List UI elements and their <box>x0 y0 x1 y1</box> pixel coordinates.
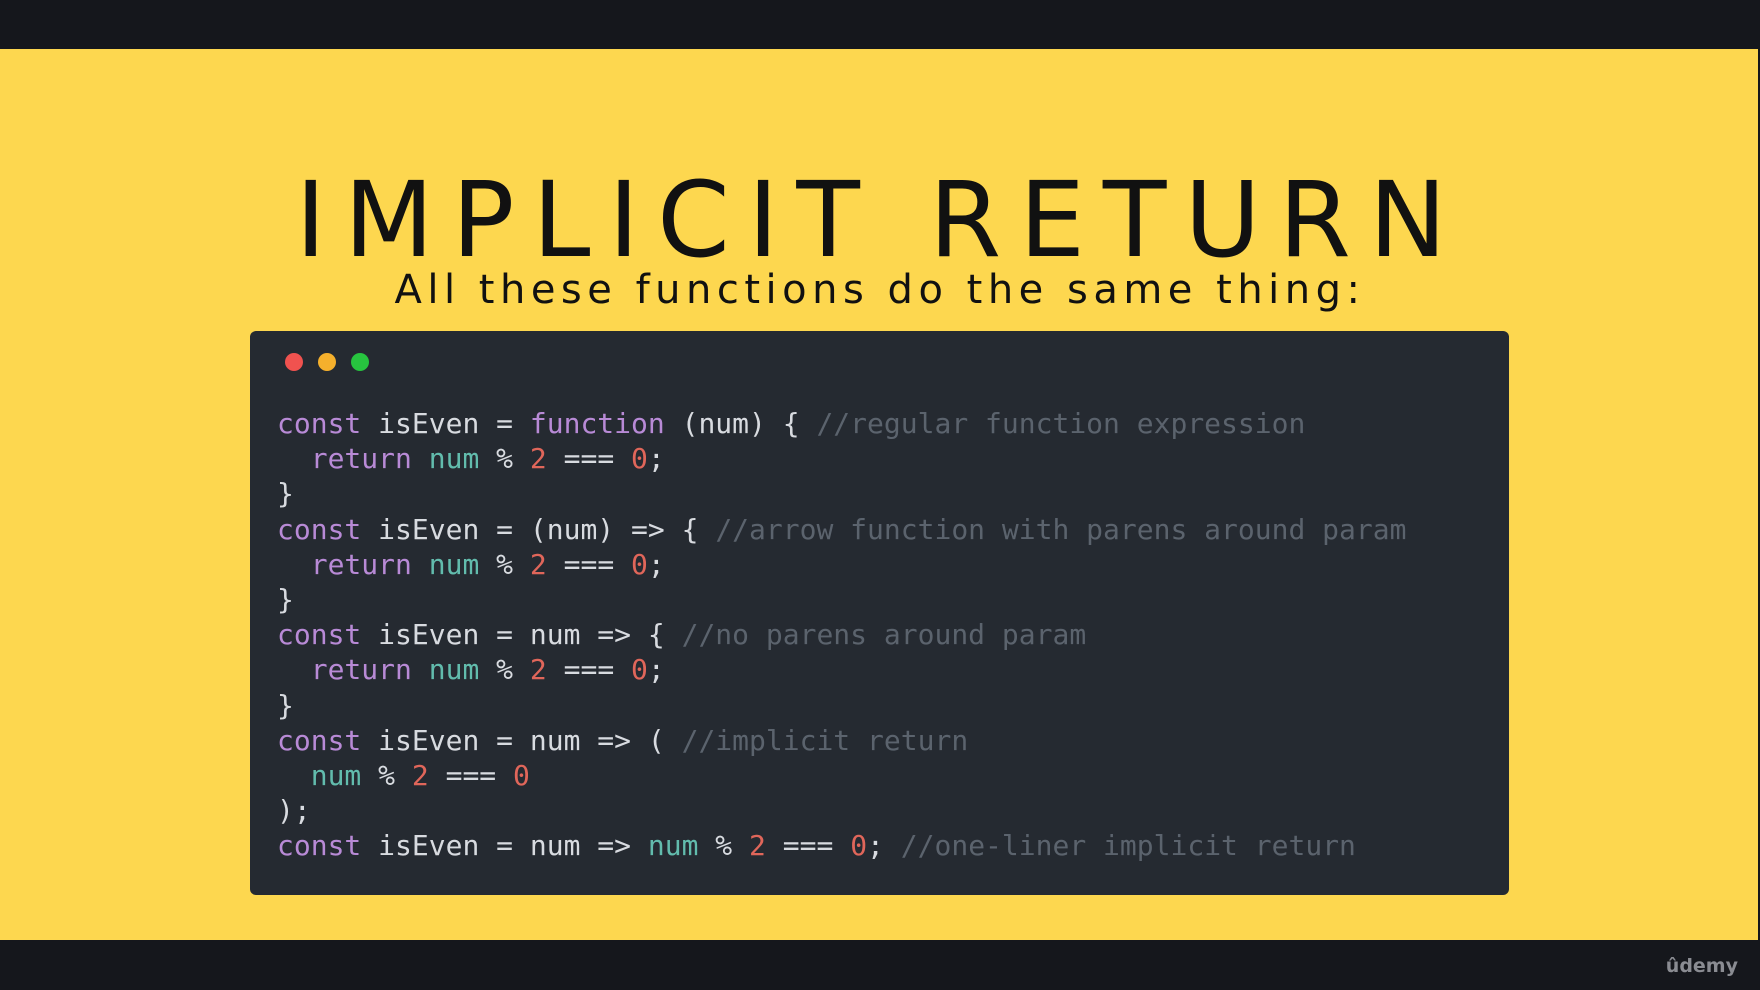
code-token-plain: ; <box>647 547 665 581</box>
code-token-comment: //implicit return <box>681 723 969 757</box>
code-token-keyword: return <box>310 547 412 581</box>
code-line: ); <box>277 793 1406 828</box>
code-token-comment: //no parens around param <box>681 618 1087 652</box>
code-token-plain: ; <box>867 829 901 863</box>
code-token-var: num <box>428 547 480 581</box>
code-token-keyword: const <box>277 512 362 546</box>
udemy-logo: ûdemy <box>1665 955 1738 977</box>
code-token-number: 0 <box>850 829 868 863</box>
code-token-plain: === <box>428 758 514 792</box>
code-token-plain: isEven = num => ( <box>361 723 682 757</box>
code-token-keyword: function <box>529 407 665 440</box>
code-line: const isEven = num => { //no parens arou… <box>277 617 1406 652</box>
code-token-number: 2 <box>749 829 766 863</box>
code-token-plain: % <box>479 547 530 581</box>
code-token-plain: (num) { <box>664 407 817 440</box>
code-token-plain: === <box>765 829 851 863</box>
code-token-number: 2 <box>529 442 547 476</box>
code-token-number: 0 <box>631 442 648 476</box>
maximize-dot-icon <box>351 353 369 371</box>
code-window: const isEven = function (num) { //regula… <box>250 331 1509 895</box>
code-token-var: num <box>428 442 480 476</box>
code-line: } <box>277 582 1406 617</box>
code-token-plain: % <box>479 653 530 687</box>
code-line: return num % 2 === 0; <box>277 547 1406 582</box>
code-token-keyword: const <box>277 829 362 863</box>
code-token-number: 0 <box>631 547 648 581</box>
code-line: const isEven = num => num % 2 === 0; //o… <box>277 828 1406 863</box>
slide-title: IMPLICIT RETURN <box>295 159 1465 281</box>
code-token-comment: //arrow function with parens around para… <box>715 512 1407 546</box>
code-line: const isEven = (num) => { //arrow functi… <box>277 512 1406 547</box>
code-token-keyword: const <box>277 407 362 440</box>
code-line: const isEven = function (num) { //regula… <box>277 406 1406 441</box>
code-token-var: num <box>310 758 362 792</box>
code-token-keyword: return <box>310 442 412 476</box>
code-token-keyword: const <box>277 618 362 652</box>
code-token-number: 2 <box>411 758 429 792</box>
code-token-plain: isEven = num => <box>361 829 648 863</box>
code-token-plain: % <box>698 829 750 863</box>
code-line: } <box>277 688 1406 723</box>
code-token-number: 2 <box>529 653 547 687</box>
bottom-letterbox <box>0 940 1760 990</box>
code-token-plain: ); <box>277 794 311 828</box>
code-token-plain: ; <box>647 442 665 476</box>
code-token-number: 0 <box>631 653 648 687</box>
code-line: const isEven = num => ( //implicit retur… <box>277 723 1406 758</box>
code-token-plain: isEven = num => { <box>361 618 682 652</box>
code-token-plain: isEven = (num) => { <box>361 512 716 546</box>
code-token-plain: isEven = <box>361 407 530 440</box>
minimize-dot-icon <box>318 353 336 371</box>
code-line: } <box>277 476 1406 511</box>
code-line: num % 2 === 0 <box>277 758 1406 793</box>
code-token-number: 2 <box>529 547 547 581</box>
code-token-var: num <box>428 653 480 687</box>
code-token-var: num <box>647 829 699 863</box>
top-letterbox <box>0 0 1760 49</box>
code-token-plain: === <box>546 442 632 476</box>
code-line: return num % 2 === 0; <box>277 441 1406 476</box>
code-token-plain: ; <box>647 653 665 687</box>
code-token-plain: % <box>361 758 412 792</box>
code-token-comment: //regular function expression <box>816 407 1306 440</box>
code-token-comment: //one-liner implicit return <box>900 829 1356 863</box>
code-token-plain: } <box>277 477 294 511</box>
code-token-plain: === <box>546 653 632 687</box>
code-token-plain: } <box>277 688 294 722</box>
code-line: return num % 2 === 0; <box>277 652 1406 687</box>
slide-subtitle: All these functions do the same thing: <box>394 267 1366 313</box>
close-dot-icon <box>285 353 303 371</box>
code-token-keyword: return <box>310 653 412 687</box>
code-token-plain: } <box>277 582 294 616</box>
code-token-keyword: const <box>277 723 362 757</box>
code-token-plain: % <box>479 442 530 476</box>
code-block: const isEven = function (num) { //regula… <box>277 406 1406 863</box>
code-token-plain: === <box>546 547 632 581</box>
code-token-number: 0 <box>513 758 530 792</box>
